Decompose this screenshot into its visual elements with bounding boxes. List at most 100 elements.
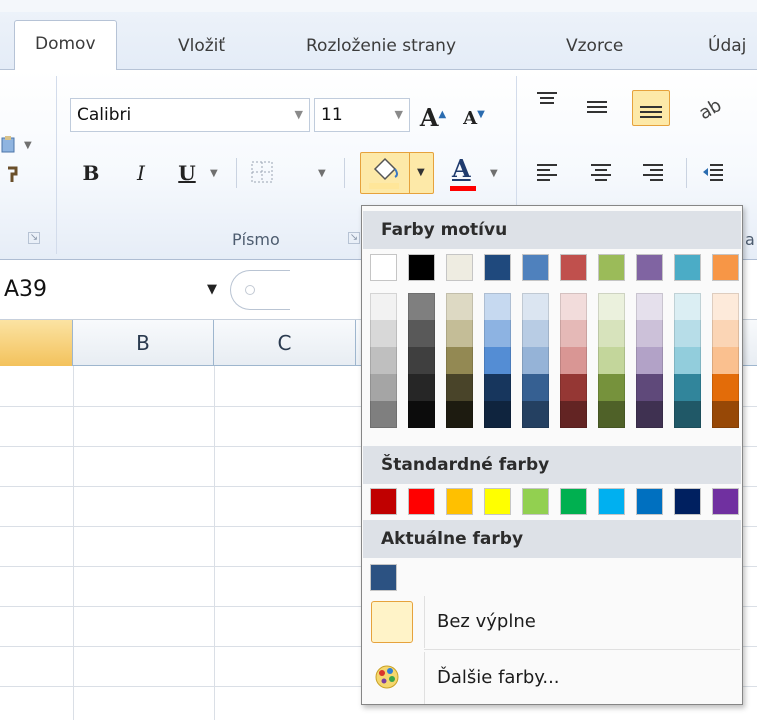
fill-color-dropdown-icon[interactable]: ▼ (417, 167, 425, 178)
column-header-b[interactable]: B (73, 320, 214, 366)
tab-home[interactable]: Domov (14, 20, 117, 71)
clipboard-launcher-icon[interactable]: ↘ (28, 232, 40, 244)
theme-shade-swatch[interactable] (636, 347, 663, 374)
theme-color-swatch[interactable] (712, 254, 739, 281)
theme-shade-swatch[interactable] (484, 374, 511, 401)
theme-shade-swatch[interactable] (636, 320, 663, 347)
font-launcher-icon[interactable]: ↘ (348, 232, 360, 244)
theme-shade-swatch[interactable] (674, 374, 701, 401)
theme-shade-swatch[interactable] (636, 293, 663, 320)
column-header-c[interactable]: C (214, 320, 356, 366)
bold-button[interactable]: B (76, 156, 106, 190)
orientation-button[interactable]: ab (695, 94, 746, 124)
standard-color-swatch[interactable] (598, 488, 625, 515)
align-center-button[interactable] (588, 160, 618, 190)
theme-shade-swatch[interactable] (712, 320, 739, 347)
theme-shade-swatch[interactable] (598, 347, 625, 374)
theme-shade-swatch[interactable] (674, 293, 701, 320)
theme-shade-swatch[interactable] (598, 293, 625, 320)
theme-shade-swatch[interactable] (446, 293, 473, 320)
theme-color-swatch[interactable] (408, 254, 435, 281)
fill-color-button[interactable]: ▼ (360, 152, 434, 194)
decrease-indent-button[interactable] (700, 160, 730, 190)
theme-color-swatch[interactable] (522, 254, 549, 281)
theme-shade-swatch[interactable] (370, 320, 397, 347)
theme-shade-swatch[interactable] (370, 293, 397, 320)
theme-shade-swatch[interactable] (560, 293, 587, 320)
grow-font-button[interactable]: A▲ (416, 98, 450, 132)
recent-color-swatch[interactable] (370, 564, 397, 591)
theme-shade-swatch[interactable] (370, 374, 397, 401)
standard-color-swatch[interactable] (408, 488, 435, 515)
standard-color-swatch[interactable] (484, 488, 511, 515)
standard-color-swatch[interactable] (446, 488, 473, 515)
theme-shade-swatch[interactable] (674, 401, 701, 428)
tab-page-layout[interactable]: Rozloženie strany (306, 28, 456, 70)
standard-color-swatch[interactable] (636, 488, 663, 515)
standard-color-swatch[interactable] (560, 488, 587, 515)
theme-shade-swatch[interactable] (712, 347, 739, 374)
theme-shade-swatch[interactable] (446, 401, 473, 428)
align-right-button[interactable] (640, 160, 670, 190)
more-colors-item[interactable]: Ďalšie farby... (363, 652, 741, 704)
theme-color-swatch[interactable] (484, 254, 511, 281)
theme-shade-swatch[interactable] (408, 347, 435, 374)
theme-shade-swatch[interactable] (522, 293, 549, 320)
theme-shade-swatch[interactable] (370, 401, 397, 428)
tab-insert[interactable]: Vložiť (178, 28, 225, 70)
theme-shade-swatch[interactable] (522, 401, 549, 428)
theme-shade-swatch[interactable] (522, 347, 549, 374)
theme-shade-swatch[interactable] (560, 401, 587, 428)
theme-shade-swatch[interactable] (674, 347, 701, 374)
theme-shade-swatch[interactable] (484, 401, 511, 428)
theme-shade-swatch[interactable] (446, 320, 473, 347)
theme-shade-swatch[interactable] (598, 401, 625, 428)
chevron-down-icon[interactable]: ▼ (207, 268, 217, 312)
name-box[interactable]: A39 ▼ (0, 268, 225, 312)
tab-formulas[interactable]: Vzorce (566, 28, 623, 70)
standard-color-swatch[interactable] (674, 488, 701, 515)
theme-color-swatch[interactable] (370, 254, 397, 281)
theme-color-swatch[interactable] (598, 254, 625, 281)
theme-color-swatch[interactable] (674, 254, 701, 281)
theme-shade-swatch[interactable] (408, 401, 435, 428)
standard-color-swatch[interactable] (712, 488, 739, 515)
theme-shade-swatch[interactable] (636, 374, 663, 401)
theme-color-swatch[interactable] (560, 254, 587, 281)
theme-shade-swatch[interactable] (522, 374, 549, 401)
align-bottom-button[interactable] (632, 90, 670, 126)
formula-bar-resize-handle[interactable] (230, 270, 290, 310)
theme-shade-swatch[interactable] (712, 401, 739, 428)
font-size-combo[interactable]: 11 ▼ (314, 98, 410, 132)
underline-dropdown-icon[interactable]: ▼ (210, 168, 218, 179)
theme-shade-swatch[interactable] (446, 374, 473, 401)
theme-shade-swatch[interactable] (560, 347, 587, 374)
tab-data[interactable]: Údaj (708, 28, 746, 70)
paste-dropdown-icon[interactable]: ▼ (24, 140, 32, 151)
theme-shade-swatch[interactable] (560, 320, 587, 347)
borders-button[interactable]: ▼ (250, 158, 326, 188)
theme-shade-swatch[interactable] (674, 320, 701, 347)
column-header-a[interactable] (0, 320, 73, 366)
theme-color-swatch[interactable] (636, 254, 663, 281)
font-name-combo[interactable]: Calibri ▼ (70, 98, 310, 132)
theme-shade-swatch[interactable] (408, 293, 435, 320)
align-left-button[interactable] (534, 160, 564, 190)
theme-shade-swatch[interactable] (712, 374, 739, 401)
theme-shade-swatch[interactable] (560, 374, 587, 401)
theme-shade-swatch[interactable] (522, 320, 549, 347)
theme-shade-swatch[interactable] (598, 374, 625, 401)
no-fill-item[interactable]: Bez výplne (363, 596, 741, 648)
paste-icon[interactable] (0, 134, 18, 156)
theme-shade-swatch[interactable] (408, 320, 435, 347)
underline-button[interactable]: U (172, 156, 202, 190)
shrink-font-button[interactable]: A▼ (458, 98, 490, 132)
theme-shade-swatch[interactable] (484, 320, 511, 347)
theme-shade-swatch[interactable] (484, 347, 511, 374)
theme-shade-swatch[interactable] (712, 293, 739, 320)
theme-color-swatch[interactable] (446, 254, 473, 281)
theme-shade-swatch[interactable] (598, 320, 625, 347)
align-middle-button[interactable] (584, 94, 614, 124)
font-color-button[interactable]: A ▼ (448, 154, 504, 194)
theme-shade-swatch[interactable] (484, 293, 511, 320)
